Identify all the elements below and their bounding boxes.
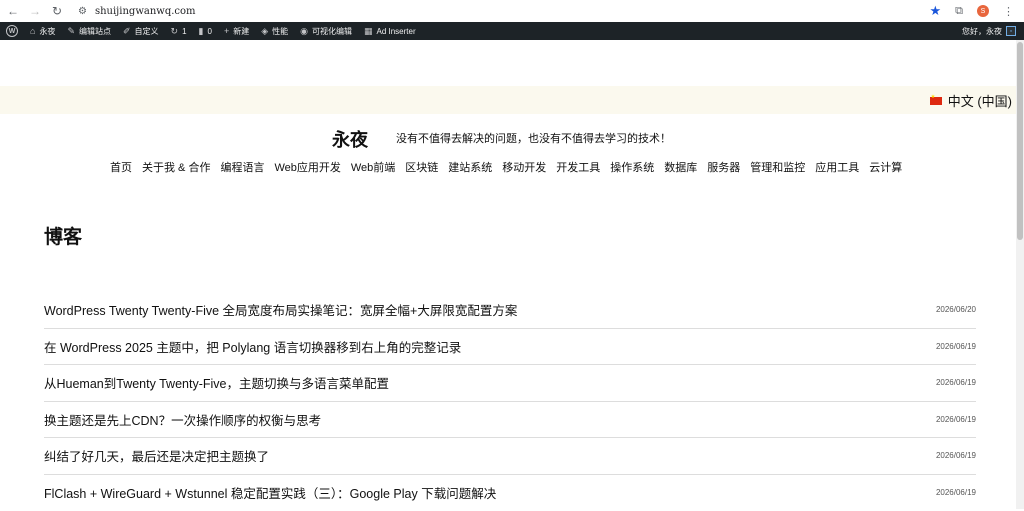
post-date: 2026/06/20	[936, 305, 976, 314]
menu-kebab-icon[interactable]: ⋮	[1003, 5, 1014, 18]
address-bar[interactable]: ⚙ shuijingwanwq.com	[78, 6, 196, 17]
post-date: 2026/06/19	[936, 451, 976, 460]
post-item: WordPress Twenty Twenty-Five 全局宽度布局实操笔记：…	[44, 292, 976, 329]
nav-item[interactable]: Web前端	[351, 159, 395, 175]
nav-item[interactable]: 数据库	[664, 159, 697, 175]
language-bar: 中文 (中国)	[0, 86, 1016, 114]
pencil-icon: ✐	[123, 26, 131, 37]
adminbar-label: 1	[182, 27, 186, 36]
avatar: ▫	[1006, 26, 1016, 36]
grid-icon: ▦	[364, 26, 373, 37]
eye-icon: ◉	[300, 26, 308, 37]
nav-item[interactable]: 开发工具	[556, 159, 600, 175]
post-date: 2026/06/19	[936, 488, 976, 497]
post-list: WordPress Twenty Twenty-Five 全局宽度布局实操笔记：…	[44, 292, 976, 511]
post-date: 2026/06/19	[936, 342, 976, 351]
nav-item[interactable]: 应用工具	[815, 159, 859, 175]
wp-logo-menu[interactable]: W	[0, 22, 24, 40]
adminbar-label: 永夜	[39, 26, 55, 37]
post-title-link[interactable]: FlClash + WireGuard + Wstunnel 稳定配置实践（三）…	[44, 483, 496, 502]
update-icon: ↻	[171, 26, 179, 37]
nav-item[interactable]: 首页	[110, 159, 132, 175]
wp-admin-bar: W ⌂ 永夜 ✎ 编辑站点 ✐ 自定义 ↻1 ▮0 + 新建 ◈ 性能 ◉ 可视化编辑 ▦ A…	[0, 22, 1024, 40]
nav-item[interactable]: 移动开发	[502, 159, 546, 175]
reload-icon[interactable]: ↻	[48, 2, 66, 20]
wordpress-logo-icon: W	[6, 25, 18, 37]
adminbar-visual-edit[interactable]: ◉ 可视化编辑	[294, 22, 358, 40]
nav-item[interactable]: 操作系统	[610, 159, 654, 175]
brush-icon: ✎	[67, 26, 75, 37]
post-item: 在 WordPress 2025 主题中，把 Polylang 语言切换器移到右…	[44, 329, 976, 366]
adminbar-performance[interactable]: ◈ 性能	[255, 22, 294, 40]
post-title-link[interactable]: 纠结了好几天，最后还是决定把主题换了	[44, 446, 269, 465]
adminbar-label: 新建	[233, 26, 249, 37]
url-text: shuijingwanwq.com	[95, 6, 196, 17]
performance-icon: ◈	[261, 26, 268, 37]
post-item: 从Hueman到Twenty Twenty-Five，主题切换与多语言菜单配置 …	[44, 365, 976, 402]
bookmark-star-icon[interactable]: ★	[929, 3, 941, 19]
post-title-link[interactable]: 在 WordPress 2025 主题中，把 Polylang 语言切换器移到右…	[44, 337, 461, 356]
forward-icon[interactable]: →	[26, 2, 44, 20]
post-item: FlClash + WireGuard + Wstunnel 稳定配置实践（三）…	[44, 475, 976, 511]
extensions-icon[interactable]: ⧉	[955, 5, 963, 18]
china-flag-icon	[930, 97, 942, 105]
adminbar-new[interactable]: + 新建	[218, 22, 255, 40]
adminbar-label: 自定义	[135, 26, 159, 37]
adminbar-comments[interactable]: ▮0	[193, 22, 218, 40]
adminbar-label: 编辑站点	[79, 26, 111, 37]
adminbar-account[interactable]: 您好，永夜 ▫	[962, 26, 1024, 37]
nav-item[interactable]: 服务器	[707, 159, 740, 175]
post-item: 纠结了好几天，最后还是决定把主题换了 2026/06/19	[44, 438, 976, 475]
site-title[interactable]: 永夜	[332, 126, 368, 152]
nav-item[interactable]: Web应用开发	[274, 159, 340, 175]
adminbar-updates[interactable]: ↻1	[165, 22, 193, 40]
language-switcher[interactable]: 中文 (中国)	[930, 91, 1012, 110]
site-info-icon[interactable]: ⚙	[78, 6, 87, 17]
language-label: 中文 (中国)	[948, 91, 1012, 110]
nav-item[interactable]: 建站系统	[448, 159, 492, 175]
comment-icon: ▮	[199, 26, 204, 37]
nav-item[interactable]: 管理和监控	[750, 159, 805, 175]
adminbar-site-name[interactable]: ⌂ 永夜	[24, 22, 61, 40]
primary-nav: 首页 关于我 & 合作 编程语言 Web应用开发 Web前端 区块链 建站系统 …	[110, 159, 902, 175]
plus-icon: +	[224, 26, 229, 36]
post-title-link[interactable]: 从Hueman到Twenty Twenty-Five，主题切换与多语言菜单配置	[44, 373, 389, 392]
post-item: 换主题还是先上CDN？一次操作顺序的权衡与思考 2026/06/19	[44, 402, 976, 439]
post-date: 2026/06/19	[936, 378, 976, 387]
page-scrollbar[interactable]	[1016, 40, 1024, 509]
nav-item[interactable]: 编程语言	[220, 159, 264, 175]
adminbar-label: 可视化编辑	[312, 26, 352, 37]
nav-item[interactable]: 区块链	[405, 159, 438, 175]
post-title-link[interactable]: WordPress Twenty Twenty-Five 全局宽度布局实操笔记：…	[44, 300, 517, 319]
profile-avatar[interactable]: S	[977, 5, 989, 17]
back-icon[interactable]: ←	[4, 2, 22, 20]
nav-item[interactable]: 关于我 & 合作	[142, 159, 210, 175]
adminbar-label: 0	[207, 27, 211, 36]
adminbar-label: 性能	[272, 26, 288, 37]
adminbar-label: Ad Inserter	[377, 27, 416, 36]
home-icon: ⌂	[30, 26, 35, 36]
nav-item[interactable]: 云计算	[869, 159, 902, 175]
page-title: 博客	[44, 222, 82, 249]
scrollbar-thumb[interactable]	[1017, 42, 1023, 240]
adminbar-ad-inserter[interactable]: ▦ Ad Inserter	[358, 22, 422, 40]
adminbar-customize[interactable]: ✐ 自定义	[117, 22, 165, 40]
adminbar-edit-site[interactable]: ✎ 编辑站点	[61, 22, 117, 40]
post-date: 2026/06/19	[936, 415, 976, 424]
post-title-link[interactable]: 换主题还是先上CDN？一次操作顺序的权衡与思考	[44, 410, 321, 429]
site-tagline: 没有不值得去解决的问题，也没有不值得去学习的技术！	[396, 130, 671, 146]
greeting-text: 您好，永夜	[962, 26, 1002, 37]
browser-toolbar: ← → ↻ ⚙ shuijingwanwq.com ★ ⧉ S ⋮	[0, 0, 1024, 22]
